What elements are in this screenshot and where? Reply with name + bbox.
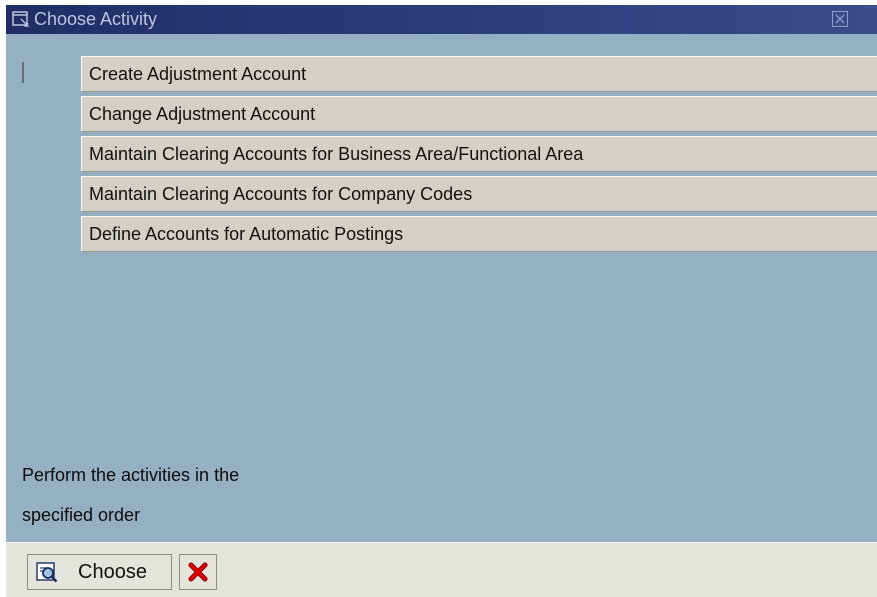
hint-text: Perform the activities in the specified … (22, 455, 239, 535)
hint-line-1: Perform the activities in the (22, 465, 240, 485)
choose-activity-dialog: Choose Activity Create Adjustment Accoun… (6, 5, 877, 597)
activity-create-adjustment-account[interactable]: Create Adjustment Account (81, 56, 877, 92)
activity-list: Create Adjustment Account Change Adjustm… (81, 56, 877, 256)
activity-change-adjustment-account[interactable]: Change Adjustment Account (81, 96, 877, 132)
dialog-toolbar: Choose (6, 542, 877, 597)
choose-label: Choose (78, 561, 147, 583)
activity-define-automatic-postings[interactable]: Define Accounts for Automatic Postings (81, 216, 877, 252)
choose-icon (36, 561, 58, 583)
activity-maintain-clearing-business-area[interactable]: Maintain Clearing Accounts for Business … (81, 136, 877, 172)
cancel-icon (188, 562, 208, 582)
activity-maintain-clearing-company-codes[interactable]: Maintain Clearing Accounts for Company C… (81, 176, 877, 212)
close-icon (833, 12, 847, 26)
dialog-title: Choose Activity (34, 9, 158, 29)
hint-line-2: specified order (22, 505, 141, 525)
title-bar[interactable]: Choose Activity (6, 5, 877, 34)
focus-cursor (22, 62, 24, 83)
window-icon (12, 11, 30, 28)
choose-button[interactable]: Choose (27, 554, 172, 590)
close-button[interactable] (832, 11, 848, 27)
cancel-button[interactable] (179, 554, 217, 590)
